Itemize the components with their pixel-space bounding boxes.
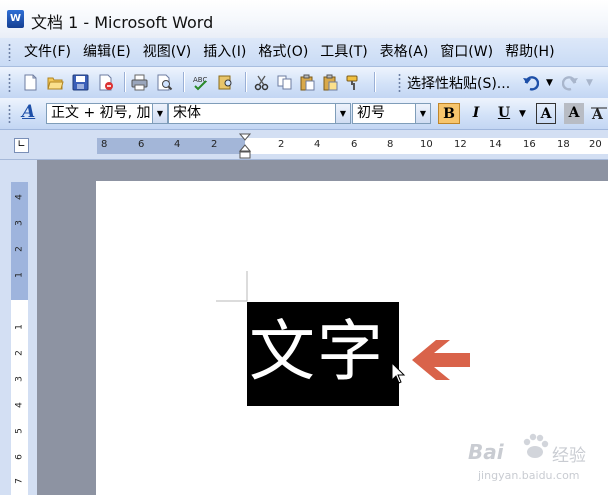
menu-table[interactable]: 表格(A) — [374, 38, 435, 66]
underline-button[interactable]: U — [493, 103, 515, 124]
menu-format[interactable]: 格式(O) — [252, 38, 314, 66]
menu-bar: 文件(F) 编辑(E) 视图(V) 插入(I) 格式(O) 工具(T) 表格(A… — [0, 38, 608, 67]
ruler-number: 6 — [138, 139, 145, 150]
vertical-ruler-number: 2 — [14, 246, 25, 252]
style-dropdown-arrow[interactable]: ▼ — [152, 103, 168, 124]
toolbar-separator — [124, 72, 125, 92]
tab-stop-selector[interactable]: ∟ — [14, 138, 29, 153]
toolbar-separator — [374, 72, 375, 92]
font-size-combo[interactable]: 初号 — [352, 103, 416, 124]
watermark-brand-suffix: 经验 — [552, 446, 586, 466]
paste-special-button[interactable]: 选择性粘贴(S)... — [407, 73, 510, 93]
copy-icon[interactable] — [276, 74, 293, 91]
ruler-number: 10 — [420, 139, 433, 150]
window-title: 文档 1 - Microsoft Word — [31, 13, 214, 32]
baidu-jingyan-watermark: Bai 经验 jingyan.baidu.com — [468, 432, 608, 492]
ruler-number: 6 — [351, 139, 358, 150]
mouse-cursor-icon — [391, 362, 406, 384]
menu-window[interactable]: 窗口(W) — [434, 38, 499, 66]
character-border-button[interactable]: A — [536, 103, 556, 124]
indent-marker[interactable] — [239, 133, 251, 159]
font-dropdown-arrow[interactable]: ▼ — [335, 103, 351, 124]
menu-bar-grip[interactable] — [8, 43, 11, 61]
toolbar-grip[interactable] — [398, 73, 401, 92]
margin-corner-mark — [216, 271, 248, 302]
menu-edit[interactable]: 编辑(E) — [77, 38, 137, 66]
watermark-url: jingyan.baidu.com — [478, 469, 580, 482]
styles-pane-icon[interactable]: A — [22, 102, 35, 122]
toolbar-separator — [183, 72, 184, 92]
research-icon[interactable] — [217, 74, 234, 91]
vertical-ruler-number: 1 — [14, 272, 25, 278]
menu-tools[interactable]: 工具(T) — [314, 38, 373, 66]
save-icon[interactable] — [72, 74, 89, 91]
redo-dropdown-arrow[interactable]: ▼ — [586, 78, 593, 88]
print-icon[interactable] — [131, 74, 148, 91]
vertical-ruler-number: 4 — [14, 194, 25, 200]
ruler-number: 20 — [589, 139, 602, 150]
formatting-toolbar: A 正文 + 初号, 加 ▼ 宋体 ▼ 初号 ▼ B I U ▼ A A A — [0, 98, 608, 130]
ruler-number: 16 — [523, 139, 536, 150]
ruler-number: 4 — [174, 139, 181, 150]
document-text[interactable]: 文字 — [249, 310, 385, 394]
paste-special-icon[interactable] — [322, 74, 339, 91]
format-painter-icon[interactable] — [345, 74, 362, 91]
ruler-number: 8 — [387, 139, 394, 150]
svg-text:A: A — [591, 107, 604, 123]
bold-button[interactable]: B — [438, 103, 460, 124]
vertical-ruler-number: 1 — [14, 324, 25, 330]
toolbar-grip[interactable] — [8, 104, 11, 123]
menu-file[interactable]: 文件(F) — [18, 38, 77, 66]
permission-icon[interactable] — [97, 74, 114, 91]
style-combo[interactable]: 正文 + 初号, 加 — [46, 103, 153, 124]
ruler-number: 2 — [278, 139, 285, 150]
print-preview-icon[interactable] — [156, 74, 173, 91]
toolbar-separator — [245, 72, 246, 92]
paw-logo-icon — [523, 433, 549, 458]
vertical-ruler-number: 4 — [14, 402, 25, 408]
character-scaling-icon[interactable]: A — [590, 104, 608, 124]
vertical-ruler-number: 2 — [14, 350, 25, 356]
menu-help[interactable]: 帮助(H) — [499, 38, 560, 66]
undo-dropdown-arrow[interactable]: ▼ — [546, 78, 553, 88]
vertical-ruler-number: 5 — [14, 428, 25, 434]
title-bar: W 文档 1 - Microsoft Word — [0, 0, 608, 38]
ruler-number: 14 — [489, 139, 502, 150]
italic-button[interactable]: I — [465, 103, 487, 124]
annotation-arrow-icon — [412, 340, 470, 380]
spelling-icon[interactable]: ABC — [192, 74, 209, 91]
ruler-number: 12 — [454, 139, 467, 150]
ruler-number: 18 — [557, 139, 570, 150]
ruler-number: 2 — [211, 139, 218, 150]
word-app-icon[interactable]: W — [7, 10, 24, 28]
menu-insert[interactable]: 插入(I) — [197, 38, 252, 66]
vertical-ruler-number: 3 — [14, 376, 25, 382]
font-combo[interactable]: 宋体 — [168, 103, 336, 124]
character-shading-button[interactable]: A — [564, 103, 584, 124]
new-document-icon[interactable] — [22, 74, 39, 91]
redo-icon[interactable] — [562, 74, 579, 91]
ruler-number: 8 — [101, 139, 108, 150]
standard-toolbar: ABC 选择性粘贴(S)... ▼ ▼ — [0, 67, 608, 99]
paste-icon[interactable] — [299, 74, 316, 91]
watermark-brand: Bai — [468, 440, 504, 464]
vertical-ruler-number: 6 — [14, 454, 25, 460]
vertical-ruler-number: 3 — [14, 220, 25, 226]
undo-icon[interactable] — [522, 74, 539, 91]
ruler-number: 4 — [314, 139, 321, 150]
menu-view[interactable]: 视图(V) — [137, 38, 198, 66]
menu-items: 文件(F) 编辑(E) 视图(V) 插入(I) 格式(O) 工具(T) 表格(A… — [18, 38, 561, 66]
toolbar-grip[interactable] — [8, 73, 11, 92]
open-folder-icon[interactable] — [47, 74, 64, 91]
cut-icon[interactable] — [253, 74, 270, 91]
font-size-dropdown-arrow[interactable]: ▼ — [415, 103, 431, 124]
ruler-left-margin[interactable] — [97, 138, 245, 154]
underline-dropdown-arrow[interactable]: ▼ — [519, 109, 526, 119]
vertical-ruler-number: 7 — [14, 478, 25, 484]
